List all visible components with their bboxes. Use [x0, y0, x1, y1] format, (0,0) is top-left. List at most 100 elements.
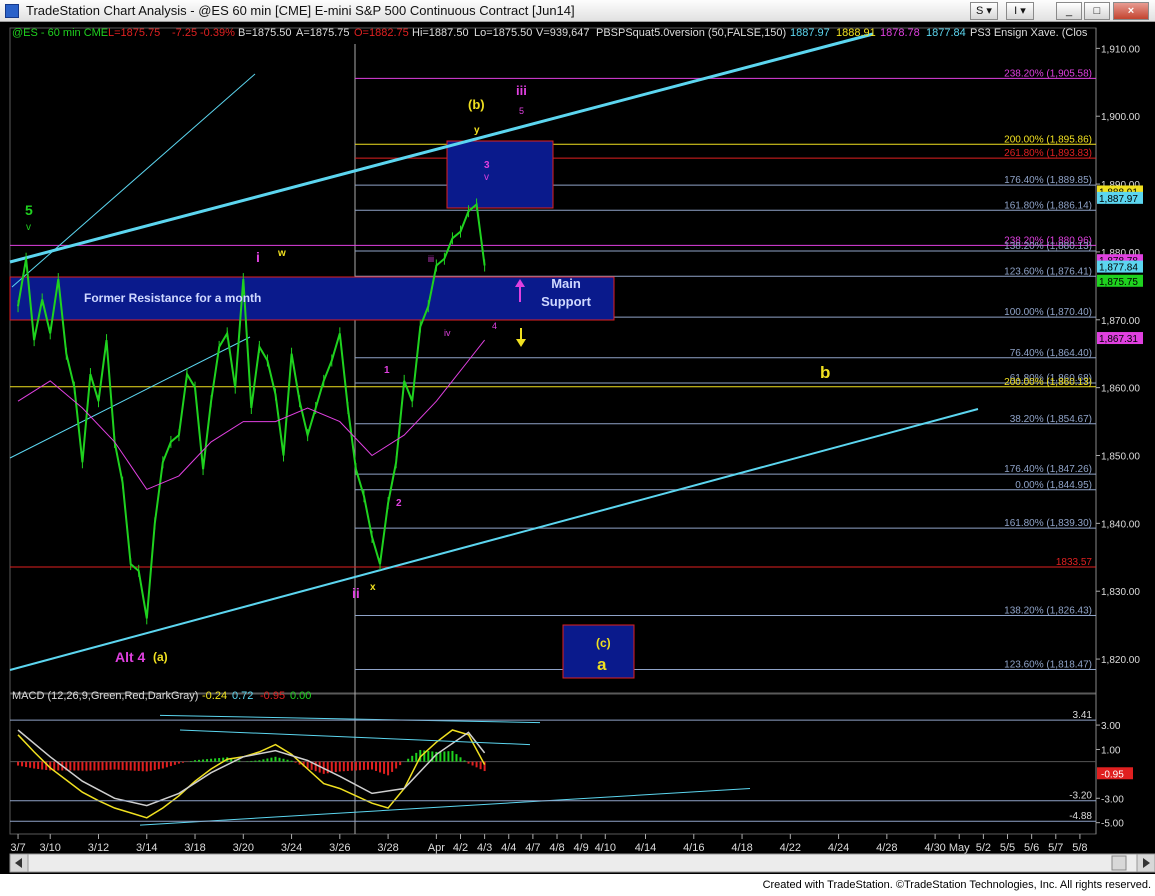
header-v2: 1888.91: [836, 27, 876, 39]
price-tick-label: 1,900.00: [1101, 112, 1140, 123]
maximize-button[interactable]: □: [1084, 2, 1110, 20]
fib-label: 161.80% (1,839.30): [1004, 518, 1092, 529]
horizontal-scrollbar[interactable]: [9, 853, 1139, 873]
annotation-5-top: 5: [519, 106, 524, 116]
annotation-iv: iv: [444, 328, 451, 338]
macd-tick-label: -5.00: [1101, 819, 1124, 830]
header-symbol: @ES - 60 min CME: [12, 27, 108, 39]
close-button[interactable]: ×: [1113, 2, 1149, 20]
header-high: Hi=1887.50: [412, 27, 469, 39]
scroll-thumb[interactable]: [1111, 855, 1127, 871]
annotation-wave-5: 5: [25, 202, 33, 218]
header-change: -7.25: [172, 27, 197, 39]
header-open: O=1882.75: [354, 27, 409, 39]
annotation-ii: ii: [352, 585, 360, 601]
time-tick-label: 4/2: [453, 842, 468, 854]
annotation-a: a: [597, 655, 607, 674]
macd-tick-label: 3.00: [1101, 721, 1121, 732]
header-bid: B=1875.50: [238, 27, 292, 39]
header-indicator: PBSPSquat5.0version (50,FALSE,150): [596, 27, 786, 39]
fib-label: 200.00% (1,860.13): [1004, 377, 1092, 388]
macd-level-label: -4.88: [1069, 811, 1092, 822]
time-tick-label: 4/10: [595, 842, 616, 854]
annotation-x: x: [370, 582, 376, 593]
header-pct: -0.39%: [200, 27, 235, 39]
footer: Created with TradeStation. ©TradeStation…: [0, 874, 1155, 896]
time-tick-label: 4/8: [549, 842, 564, 854]
header-tail: PS3 Ensign Xave. (Clos: [970, 27, 1088, 39]
annotation-c-wave: (c): [596, 636, 611, 650]
macd-tick-label: 1.00: [1101, 745, 1121, 756]
time-tick-label: May: [949, 842, 970, 854]
macd-current-label: -0.95: [1101, 769, 1124, 780]
time-tick-label: 4/28: [876, 842, 897, 854]
macd-level-label: -3.20: [1069, 791, 1092, 802]
time-tick-label: 4/7: [525, 842, 540, 854]
price-tag-label: 1,887.97: [1099, 194, 1138, 205]
header-v4: 1877.84: [926, 27, 966, 39]
time-tick-label: 4/3: [477, 842, 492, 854]
fib-label: 100.00% (1,870.40): [1004, 307, 1092, 318]
annotation-y: y: [474, 125, 480, 136]
header-v3: 1878.78: [880, 27, 920, 39]
price-tag-label: 1,875.75: [1099, 277, 1138, 288]
fib-label: 76.40% (1,864.40): [1010, 348, 1092, 359]
fib-label: 176.40% (1,889.85): [1004, 175, 1092, 186]
fib-label: 38.20% (1,854.67): [1010, 414, 1092, 425]
macd-avg-value: 0.72: [232, 690, 253, 702]
target-box: [446, 140, 554, 209]
time-tick-label: 3/28: [377, 842, 398, 854]
price-tick-label: 1,870.00: [1101, 316, 1140, 327]
time-tick-label: 4/14: [635, 842, 656, 854]
fib-label: 200.00% (1,895.86): [1004, 134, 1092, 145]
macd-diff-value: -0.95: [260, 690, 285, 702]
time-tick-label: 3/24: [281, 842, 302, 854]
app-icon: [5, 4, 19, 18]
price-tick-label: 1,820.00: [1101, 655, 1140, 666]
macd-title: MACD (12,26,9,Green,Red,DarkGray): [12, 690, 198, 702]
annotation-b-wave: (b): [468, 97, 485, 112]
annotation-alt-4: Alt 4: [115, 649, 146, 665]
time-tick-label: Apr: [428, 842, 445, 854]
annotation-v: v: [26, 222, 31, 233]
fib-label: 138.20% (1,826.43): [1004, 605, 1092, 616]
time-tick-label: 3/7: [10, 842, 25, 854]
price-tick-label: 1,850.00: [1101, 452, 1140, 463]
indicator-link-button[interactable]: I ▾: [1006, 2, 1034, 20]
time-tick-label: 4/22: [780, 842, 801, 854]
macd-level-label: 3.41: [1073, 710, 1093, 721]
minimize-button[interactable]: _: [1056, 2, 1082, 20]
time-tick-label: 3/10: [40, 842, 61, 854]
time-tick-label: 4/24: [828, 842, 849, 854]
chart-area[interactable]: 238.20% (1,905.58) 200.00% (1,895.86) 261.…: [0, 22, 1155, 874]
annotation-w: w: [277, 248, 286, 259]
annotation-4: 4: [492, 321, 497, 331]
annotation-iii-top: iii: [516, 83, 527, 98]
annotation-b: b: [820, 363, 830, 382]
price-tick-label: 1,830.00: [1101, 587, 1140, 598]
symbol-link-button[interactable]: S ▾: [970, 2, 998, 20]
price-tag-label: 1,867.31: [1099, 334, 1138, 345]
fib-label: 123.60% (1,876.41): [1004, 266, 1092, 277]
time-tick-label: 4/16: [683, 842, 704, 854]
annotation-former-resistance: Former Resistance for a month: [84, 291, 261, 305]
data-header: @ES - 60 min CME L=1875.75 -7.25 -0.39% …: [12, 27, 1088, 39]
fib-label: 238.20% (1,905.58): [1004, 68, 1092, 79]
header-v1: 1887.97: [790, 27, 830, 39]
fib-label: 0.00% (1,844.95): [1015, 480, 1092, 491]
time-tick-label: 5/2: [976, 842, 991, 854]
annotation-i: i: [256, 249, 260, 265]
time-tick-label: 5/8: [1072, 842, 1087, 854]
price-tag-label: 1,877.84: [1099, 263, 1138, 274]
fib-label: 176.40% (1,847.26): [1004, 464, 1092, 475]
annotation-2: 2: [396, 498, 402, 509]
time-tick-label: 5/7: [1048, 842, 1063, 854]
time-tick-label: 4/9: [574, 842, 589, 854]
time-tick-label: 5/5: [1000, 842, 1015, 854]
window-title: TradeStation Chart Analysis - @ES 60 min…: [26, 3, 575, 18]
macd-tick-label: -3.00: [1101, 794, 1124, 805]
price-tick-label: 1,840.00: [1101, 519, 1140, 530]
footer-text: Created with TradeStation. ©TradeStation…: [762, 879, 1151, 891]
fib-label: 1833.57: [1056, 557, 1093, 568]
fib-label: 123.60% (1,818.47): [1004, 659, 1092, 670]
